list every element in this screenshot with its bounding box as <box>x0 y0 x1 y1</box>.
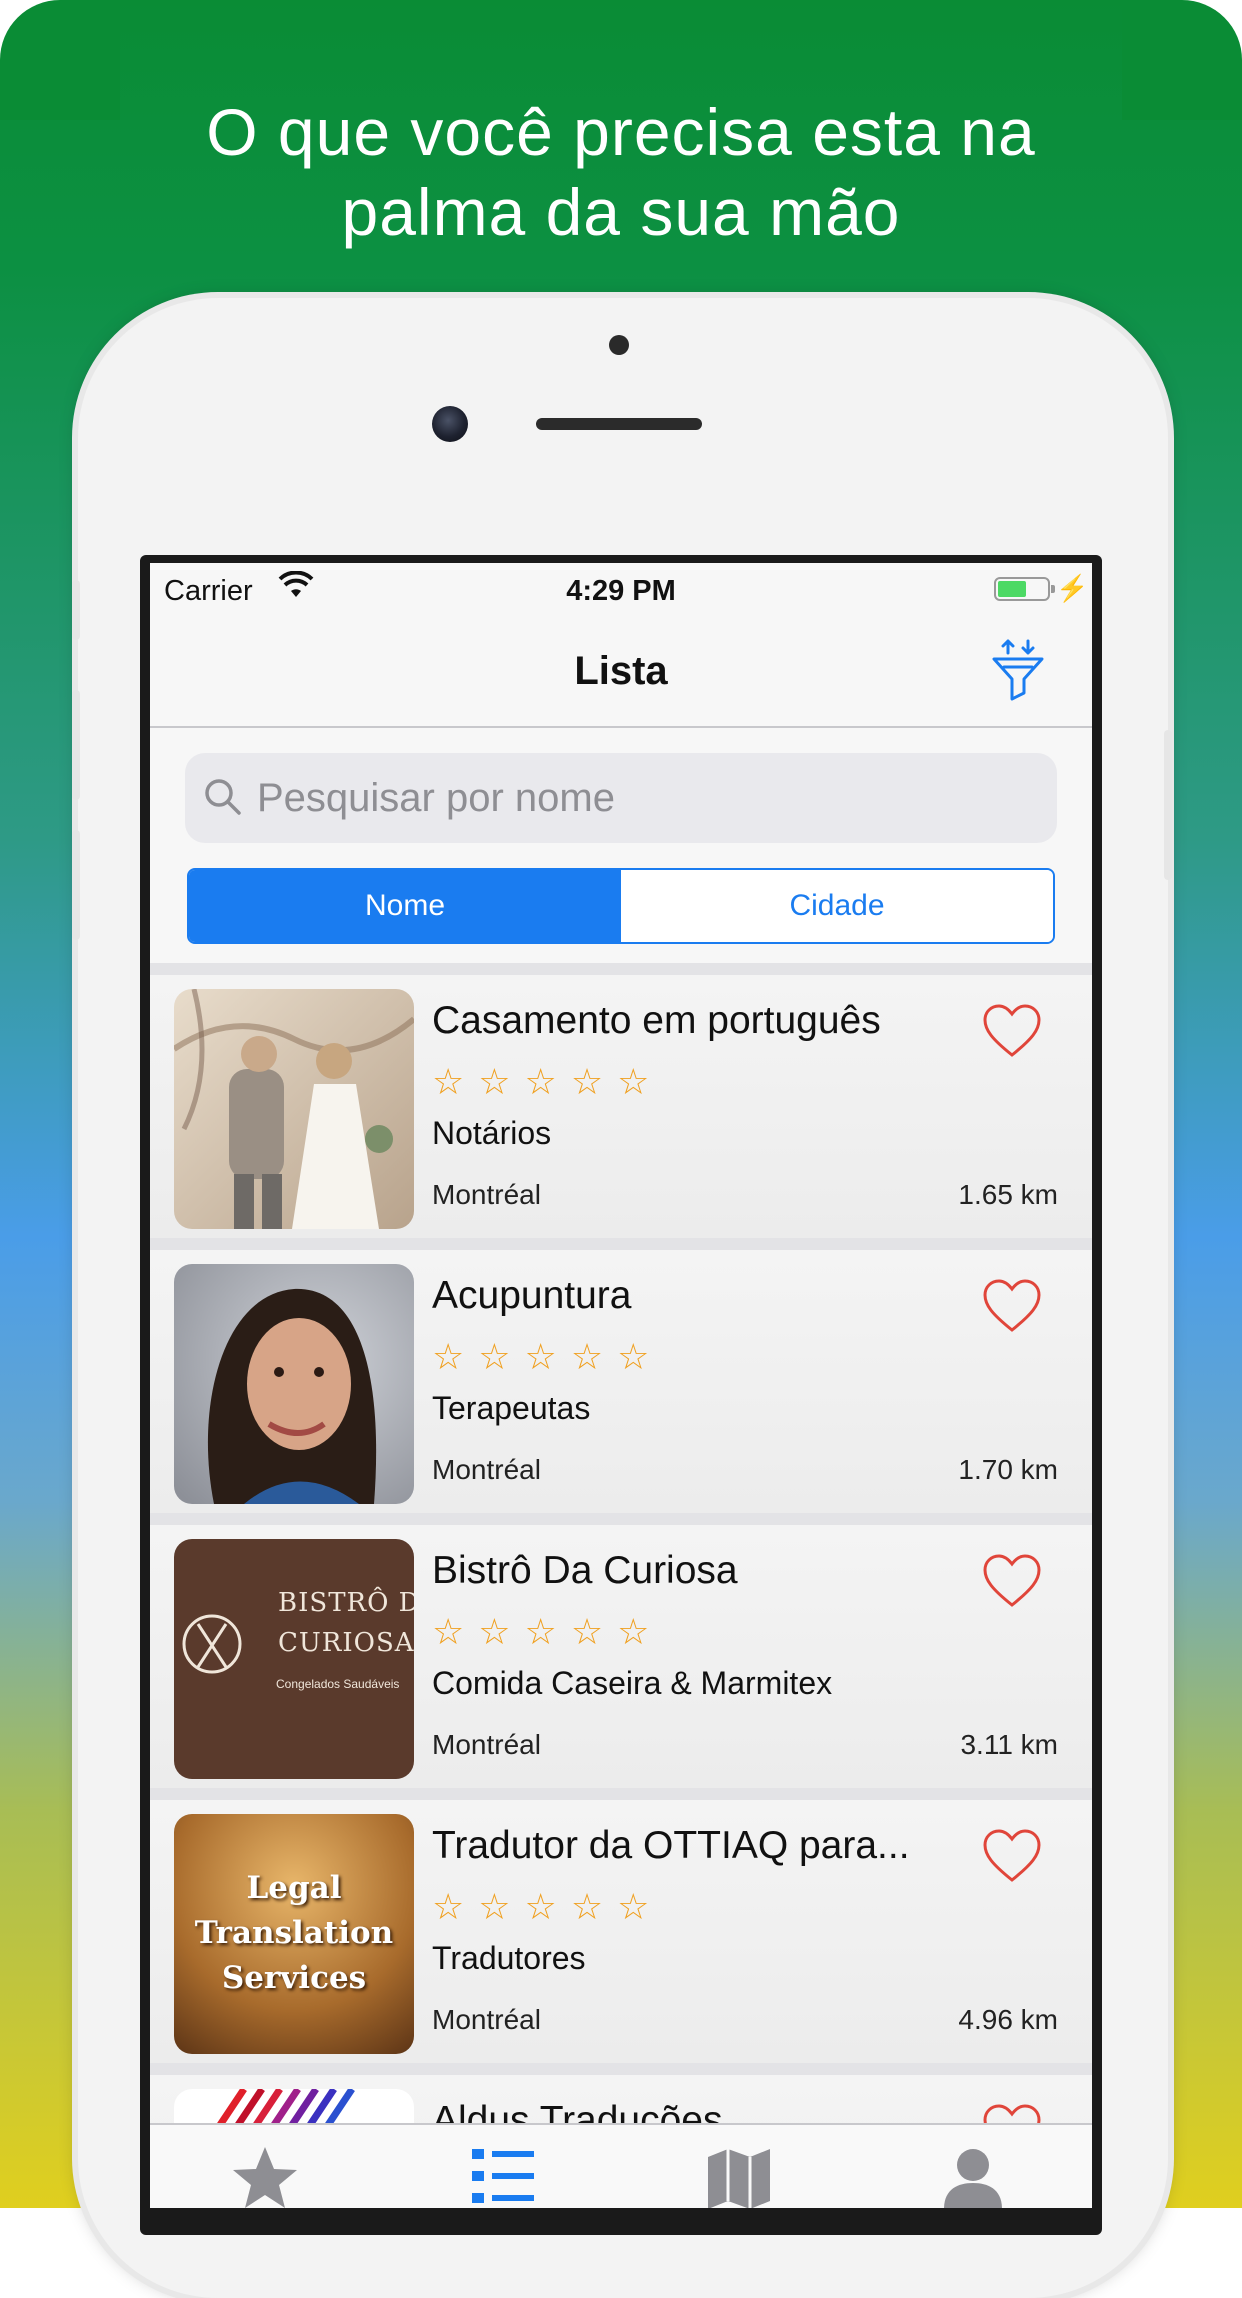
corner-right <box>1122 0 1242 120</box>
list-item[interactable]: BISTRÔ DA CURIOSA Congelados Saudáveis B… <box>150 1513 1092 1788</box>
item-city: Montréal <box>432 1729 541 1760</box>
filter-sort-icon[interactable] <box>990 639 1046 701</box>
item-distance: 1.70 km <box>958 1454 1058 1485</box>
tab-list-icon[interactable] <box>468 2143 538 2208</box>
item-city: Montréal <box>432 1179 541 1210</box>
sort-segmented-control: Nome Cidade <box>187 868 1055 944</box>
item-title: Tradutor da OTTIAQ para... <box>432 1824 910 1867</box>
battery-icon <box>994 577 1055 601</box>
item-thumbnail-bistro-logo: BISTRÔ DA CURIOSA Congelados Saudáveis <box>174 1539 414 1779</box>
legal-image-line-1: Legal <box>246 1870 342 1906</box>
favorite-heart-icon[interactable] <box>982 1278 1042 1334</box>
segment-city[interactable]: Cidade <box>621 870 1053 942</box>
tab-profile-icon[interactable] <box>938 2143 1008 2208</box>
app-screen: Carrier 4:29 PM ⚡ Lista Nome Cidad <box>150 563 1092 2208</box>
list-item[interactable]: Casamento em português ☆☆☆☆☆ Notários Mo… <box>150 963 1092 1238</box>
promo-headline: O que você precisa esta na palma da sua … <box>0 92 1242 252</box>
rating-stars: ☆☆☆☆☆ <box>432 1611 664 1652</box>
power-button <box>1164 730 1172 880</box>
item-title: Acupuntura <box>432 1274 632 1317</box>
bistro-logo-line-1: BISTRÔ DA <box>278 1588 414 1618</box>
item-category: Tradutores <box>432 1940 586 1976</box>
front-camera <box>432 406 468 442</box>
item-category: Notários <box>432 1115 552 1151</box>
rating-stars: ☆☆☆☆☆ <box>432 1061 664 1102</box>
corner-left <box>0 0 120 120</box>
rating-stars: ☆☆☆☆☆ <box>432 1886 664 1927</box>
headline-line-2: palma da sua mão <box>341 175 901 249</box>
item-title: Bistrô Da Curiosa <box>432 1549 738 1592</box>
proximity-sensor <box>609 335 629 355</box>
headline-line-1: O que você precisa esta na <box>206 95 1036 169</box>
legal-image-line-2: Translation <box>194 1915 394 1951</box>
status-bar: Carrier 4:29 PM ⚡ <box>150 563 1092 613</box>
volume-up-button <box>72 690 80 800</box>
item-category: Terapeutas <box>432 1390 591 1426</box>
list-item[interactable]: Acupuntura ☆☆☆☆☆ Terapeutas Montréal 1.7… <box>150 1238 1092 1513</box>
favorite-heart-icon[interactable] <box>982 1553 1042 1609</box>
list-item[interactable]: Legal Translation Services Tradutor da O… <box>150 1788 1092 2063</box>
item-distance: 3.11 km <box>960 1729 1058 1760</box>
legal-image-line-3: Services <box>221 1960 367 1996</box>
search-icon <box>205 779 241 815</box>
bistro-logo-line-2: CURIOSA <box>278 1628 414 1658</box>
earpiece-speaker <box>536 418 702 430</box>
volume-down-button <box>72 830 80 940</box>
item-thumbnail-portrait <box>174 1264 414 1504</box>
bistro-logo-tagline: Congelados Saudáveis <box>276 1677 400 1691</box>
tab-map-icon[interactable] <box>704 2143 774 2208</box>
favorite-heart-icon[interactable] <box>982 1003 1042 1059</box>
tab-bar <box>150 2123 1092 2208</box>
charging-icon: ⚡ <box>1056 573 1089 603</box>
status-time: 4:29 PM <box>566 575 676 607</box>
search-input[interactable] <box>257 753 1037 843</box>
item-distance: 4.96 km <box>958 2004 1058 2035</box>
item-thumbnail-wedding <box>174 989 414 1229</box>
item-city: Montréal <box>432 1454 541 1485</box>
results-list: Casamento em português ☆☆☆☆☆ Notários Mo… <box>150 963 1092 2208</box>
search-bar[interactable] <box>185 753 1057 843</box>
item-category: Comida Caseira & Marmitex <box>432 1665 833 1701</box>
item-thumbnail-legal-translation: Legal Translation Services <box>174 1814 414 2054</box>
page-title: Lista <box>574 649 668 693</box>
segment-name[interactable]: Nome <box>189 870 621 942</box>
rating-stars: ☆☆☆☆☆ <box>432 1336 664 1377</box>
navigation-bar: Lista <box>150 613 1092 728</box>
tab-favorites-star-icon[interactable] <box>230 2143 300 2208</box>
item-distance: 1.65 km <box>958 1179 1058 1210</box>
item-city: Montréal <box>432 2004 541 2035</box>
item-title: Casamento em português <box>432 999 881 1042</box>
mute-switch <box>72 580 80 640</box>
favorite-heart-icon[interactable] <box>982 1828 1042 1884</box>
